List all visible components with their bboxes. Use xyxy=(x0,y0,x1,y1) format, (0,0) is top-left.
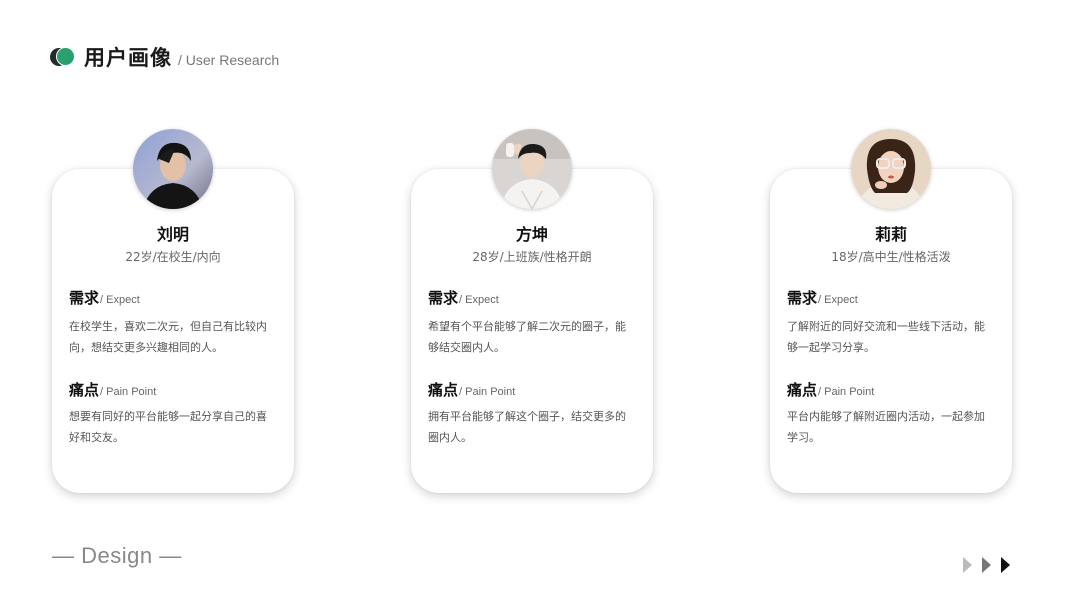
persona-name: 刘明 xyxy=(156,225,189,244)
need-heading: 需求 / Expect xyxy=(428,287,499,308)
arrow-right-icon[interactable] xyxy=(1001,557,1010,573)
page-title: 用户画像 xyxy=(84,46,172,70)
next-nav[interactable] xyxy=(963,557,1010,573)
persona-meta: 22岁/在校生/内向 xyxy=(125,250,221,264)
need-heading: 需求 / Expect xyxy=(69,287,140,308)
need-title: 需求 xyxy=(428,289,459,307)
pain-title-en: / Pain Point xyxy=(459,386,516,398)
avatar xyxy=(133,129,213,209)
need-title: 需求 xyxy=(787,289,818,307)
persona-name: 方坤 xyxy=(515,225,548,244)
pain-title-en: / Pain Point xyxy=(100,386,157,398)
pain-title-en: / Pain Point xyxy=(818,386,875,398)
need-text: 希望有个平台能够了解二次元的圈子，能够结交圈内人。 xyxy=(428,320,626,354)
need-title: 需求 xyxy=(69,289,100,307)
persona-name: 莉莉 xyxy=(874,225,907,244)
arrow-right-icon[interactable] xyxy=(982,557,991,573)
need-title-en: / Expect xyxy=(818,294,858,306)
persona-card-lili: 莉莉 18岁/高中生/性格活泼 需求 / Expect 了解附近的同好交流和一些… xyxy=(770,129,1012,493)
page-subtitle: / User Research xyxy=(178,52,280,68)
persona-meta: 18岁/高中生/性格活泼 xyxy=(831,250,951,264)
need-text: 了解附近的同好交流和一些线下活动，能够一起学习分享。 xyxy=(787,320,985,354)
need-title-en: / Expect xyxy=(459,294,499,306)
pain-heading: 痛点 / Pain Point xyxy=(787,379,874,400)
pain-title: 痛点 xyxy=(787,381,818,399)
pain-text: 想要有同好的平台能够一起分享自己的喜好和交友。 xyxy=(69,410,267,444)
pain-heading: 痛点 / Pain Point xyxy=(428,379,515,400)
persona-card-fangkun: 方坤 28岁/上班族/性格开朗 需求 / Expect 希望有个平台能够了解二次… xyxy=(411,129,653,493)
arrow-right-icon[interactable] xyxy=(963,557,972,573)
footer-label: — Design — xyxy=(52,543,182,568)
avatar xyxy=(851,129,931,209)
avatar xyxy=(492,129,572,209)
pain-text: 拥有平台能够了解这个圈子，结交更多的圈内人。 xyxy=(428,410,626,444)
need-title-en: / Expect xyxy=(100,294,140,306)
need-text: 在校学生，喜欢二次元，但自己有比较内向，想结交更多兴趣相同的人。 xyxy=(69,320,267,354)
page-header: 用户画像 / User Research xyxy=(50,42,279,72)
persona-card-liuming: 刘明 22岁/在校生/内向 需求 / Expect 在校学生，喜欢二次元，但自己… xyxy=(52,129,294,493)
pain-heading: 痛点 / Pain Point xyxy=(69,379,156,400)
need-heading: 需求 / Expect xyxy=(787,287,858,308)
pain-text: 平台内能够了解附近圈内活动，一起参加学习。 xyxy=(787,410,985,444)
pain-title: 痛点 xyxy=(428,381,459,399)
logo-mark-icon xyxy=(50,46,76,68)
pain-title: 痛点 xyxy=(69,381,100,399)
persona-meta: 28岁/上班族/性格开朗 xyxy=(472,250,592,264)
